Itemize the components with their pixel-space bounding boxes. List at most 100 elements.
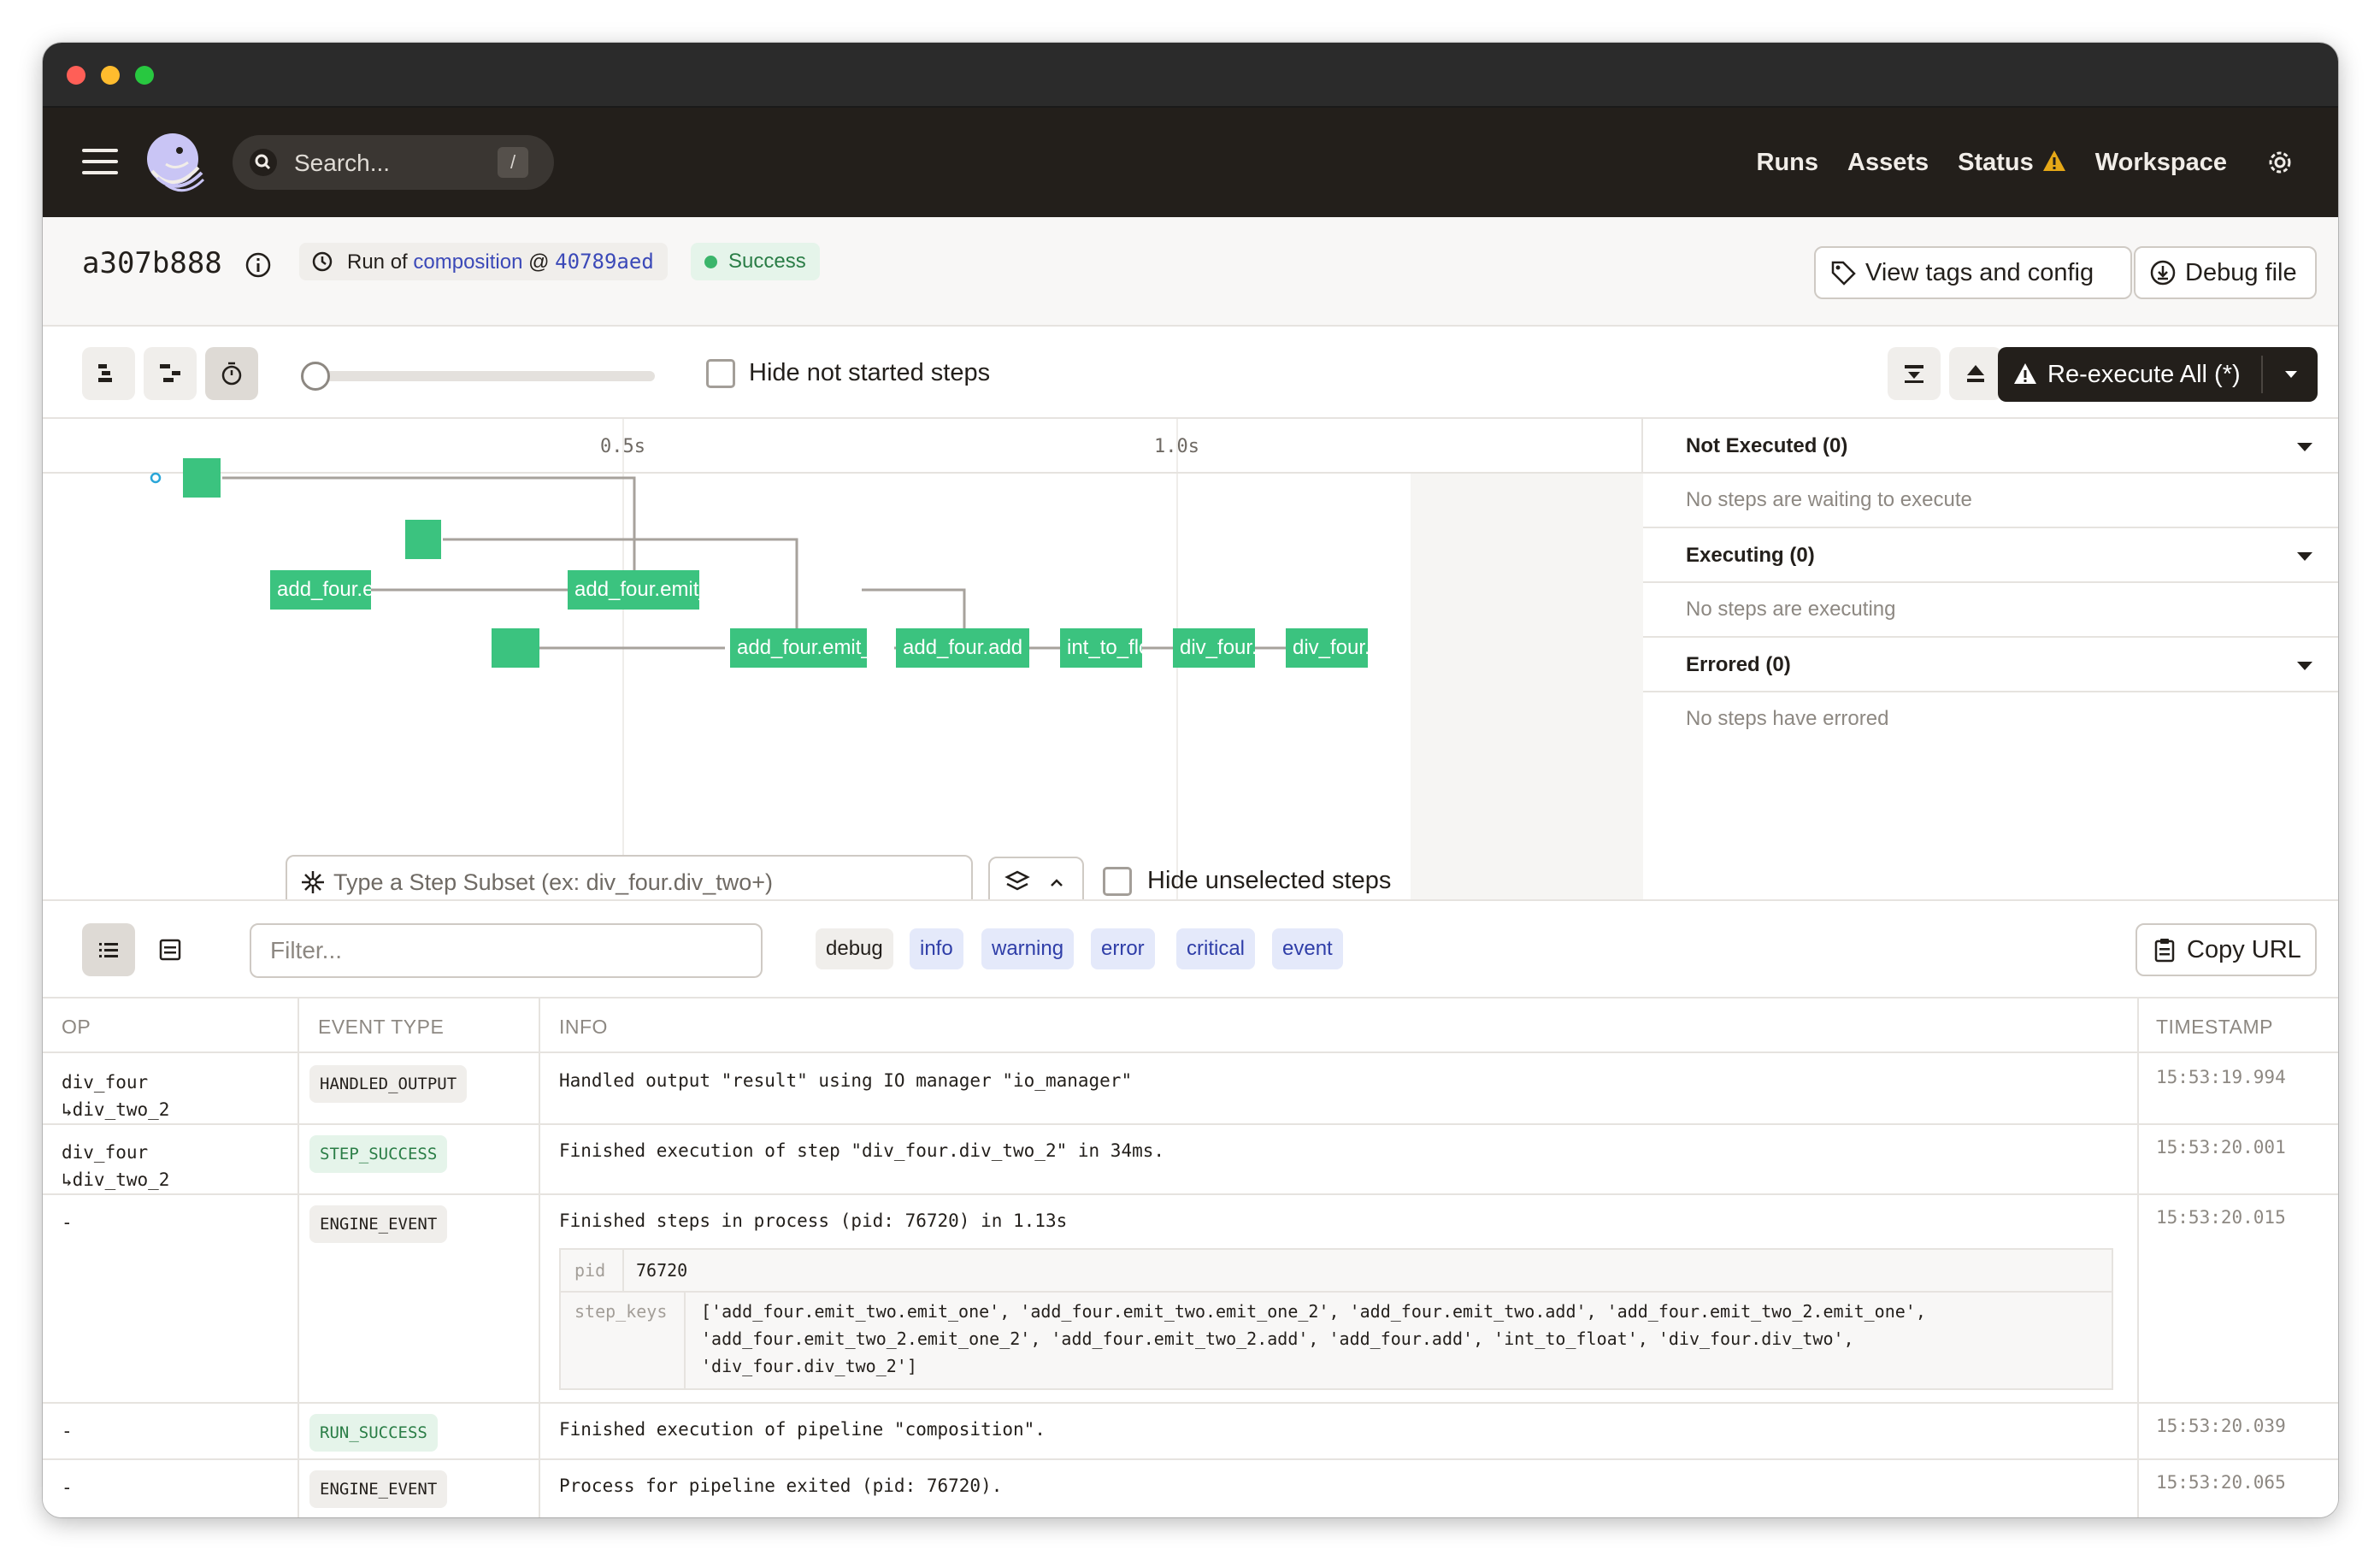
- executing-header[interactable]: Executing (0): [1643, 528, 2338, 583]
- dagster-logo-icon[interactable]: [142, 130, 207, 195]
- nav-assets[interactable]: Assets: [1847, 149, 1929, 177]
- scroll-to-bottom-button[interactable]: [1888, 347, 1941, 400]
- waterfall-icon: [98, 364, 112, 382]
- structured-logs-button[interactable]: [82, 923, 135, 976]
- table-row[interactable]: - RUN_SUCCESS Finished execution of pipe…: [43, 1404, 2338, 1460]
- scroll-to-top-button[interactable]: [1949, 347, 2002, 400]
- flat-view-button[interactable]: [144, 347, 197, 400]
- reexecute-separator: [2261, 356, 2263, 393]
- table-row[interactable]: div_four ↳div_two_2 STEP_SUCCESS Finished…: [43, 1125, 2338, 1195]
- level-filter-warning[interactable]: warning: [981, 928, 1075, 969]
- console-icon: [159, 939, 181, 961]
- event-type-tag: ENGINE_EVENT: [309, 1205, 448, 1243]
- gantt-step-box[interactable]: [405, 520, 441, 559]
- pipeline-link[interactable]: composition: [413, 250, 522, 274]
- level-filter-error[interactable]: error: [1091, 928, 1155, 969]
- gantt-step-box[interactable]: add_four.emit_two_2.emit_one: [730, 628, 867, 668]
- column-header-timestamp: TIMESTAMP: [2156, 1016, 2273, 1038]
- info-cell: Handled output "result" using IO manager…: [559, 1070, 1133, 1091]
- op-cell: div_four ↳div_two_2: [62, 1139, 169, 1193]
- op-cell: -: [62, 1477, 73, 1498]
- event-type-tag: STEP_SUCCESS: [309, 1135, 448, 1173]
- gantt-step-box[interactable]: div_four.div_two_2: [1286, 628, 1368, 668]
- nav-runs[interactable]: Runs: [1757, 149, 1819, 177]
- gantt-step-box[interactable]: [183, 458, 221, 498]
- reexecute-label: Re-execute All (*): [2047, 361, 2241, 388]
- metadata-value: 76720: [636, 1260, 688, 1281]
- menu-icon[interactable]: [82, 149, 118, 176]
- collapse-down-icon: [1905, 365, 1923, 383]
- eject-icon: [1967, 365, 1984, 382]
- nav-status[interactable]: Status: [1958, 149, 2066, 177]
- close-window-button[interactable]: [67, 66, 85, 85]
- chevron-down-icon[interactable]: [2285, 371, 2297, 378]
- search-input[interactable]: Search... /: [233, 135, 554, 190]
- timed-view-button[interactable]: [205, 347, 258, 400]
- metadata-value: ['add_four.emit_two.emit_one', 'add_four…: [701, 1298, 1926, 1380]
- gantt-step-box[interactable]: add_four.add: [896, 628, 1029, 668]
- table-row[interactable]: - ENGINE_EVENT Process for pipeline exit…: [43, 1460, 2338, 1517]
- hide-not-started-checkbox[interactable]: [706, 359, 735, 388]
- raw-logs-button[interactable]: [144, 923, 197, 976]
- search-shortcut: /: [498, 147, 528, 178]
- zoom-slider-handle[interactable]: [301, 362, 330, 391]
- level-filter-critical[interactable]: critical: [1176, 928, 1256, 969]
- status-badge-label: Success: [728, 250, 806, 273]
- not-executed-title: Not Executed (0): [1686, 434, 1848, 457]
- not-executed-header[interactable]: Not Executed (0): [1643, 419, 2338, 474]
- sparkle-icon: [299, 869, 327, 896]
- errored-title: Errored (0): [1686, 653, 1791, 676]
- zoom-window-button[interactable]: [135, 66, 154, 85]
- minimize-window-button[interactable]: [101, 66, 120, 85]
- copy-url-button[interactable]: Copy URL: [2136, 923, 2317, 976]
- log-table-header: OP EVENT TYPE INFO TIMESTAMP: [43, 998, 2338, 1053]
- hide-unselected-checkbox[interactable]: [1103, 867, 1132, 896]
- event-type-tag: RUN_SUCCESS: [309, 1414, 438, 1452]
- window-titlebar: [43, 43, 2338, 108]
- zoom-slider[interactable]: [309, 371, 655, 381]
- timestamp-cell: 15:53:20.015: [2156, 1207, 2286, 1228]
- level-filter-event[interactable]: event: [1272, 928, 1343, 969]
- run-of-tag: Run of composition @ 40789aed: [299, 243, 668, 280]
- info-icon[interactable]: [244, 251, 272, 279]
- step-keys-line: 'div_four.div_two_2']: [701, 1356, 917, 1376]
- gantt-step-box[interactable]: [492, 628, 539, 668]
- waterfall-view-button[interactable]: [82, 347, 135, 400]
- op-name: div_four: [62, 1142, 149, 1163]
- level-filter-info[interactable]: info: [910, 928, 963, 969]
- view-tags-label: View tags and config: [1865, 259, 2094, 286]
- snapshot-link[interactable]: 40789aed: [555, 250, 654, 274]
- timestamp-cell: 15:53:20.001: [2156, 1137, 2286, 1157]
- errored-header[interactable]: Errored (0): [1643, 638, 2338, 692]
- gantt-step-box[interactable]: add_four.emit_two.emit_one: [568, 570, 699, 610]
- reexecute-all-button[interactable]: Re-execute All (*): [1998, 347, 2318, 402]
- metadata-table: pid 76720 step_keys ['add_four.emit_two.…: [559, 1248, 2113, 1390]
- warning-icon: [2013, 362, 2037, 385]
- info-cell: Finished execution of step "div_four.div…: [559, 1140, 1165, 1161]
- column-header-op: OP: [62, 1016, 91, 1038]
- table-row[interactable]: div_four ↳div_two_2 HANDLED_OUTPUT Handle…: [43, 1055, 2338, 1125]
- event-type-tag: ENGINE_EVENT: [309, 1470, 448, 1508]
- table-row[interactable]: - ENGINE_EVENT Finished steps in process…: [43, 1195, 2338, 1404]
- nav-workspace[interactable]: Workspace: [2095, 149, 2227, 177]
- app-window: Search... / Runs Assets Status Workspace…: [43, 43, 2338, 1517]
- success-dot-icon: [704, 256, 717, 268]
- log-filter-input[interactable]: Filter...: [250, 923, 763, 978]
- column-header-info: INFO: [559, 1016, 608, 1038]
- flat-icon: [160, 364, 180, 382]
- errored-empty: No steps have errored: [1686, 707, 1889, 730]
- info-cell: Finished execution of pipeline "composit…: [559, 1419, 1046, 1440]
- level-filter-debug[interactable]: debug: [816, 928, 893, 969]
- list-icon: [99, 943, 118, 957]
- gantt-step-box[interactable]: div_four.div_two: [1173, 628, 1255, 668]
- view-tags-button[interactable]: View tags and config: [1814, 246, 2132, 299]
- gantt-step-box[interactable]: add_four.emit_one: [270, 570, 371, 610]
- gantt-step-box[interactable]: int_to_float: [1060, 628, 1142, 668]
- gantt-toolbar: Hide not started steps Re-execute All (*…: [43, 327, 2338, 419]
- log-toolbar: Filter... debug info warning error criti…: [43, 899, 2338, 998]
- debug-file-label: Debug file: [2185, 259, 2297, 286]
- gear-icon[interactable]: [2263, 145, 2297, 180]
- clipboard-icon: [2151, 936, 2178, 963]
- not-executed-empty: No steps are waiting to execute: [1643, 474, 2338, 528]
- debug-file-button[interactable]: Debug file: [2134, 246, 2317, 299]
